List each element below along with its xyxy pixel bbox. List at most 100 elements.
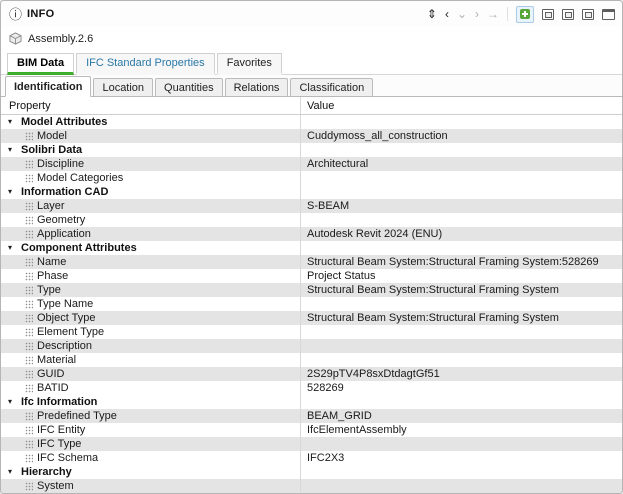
titlebar: ⓘ INFO ⇕ ‹ ⌄ › →	[1, 1, 622, 27]
table-row[interactable]: GUID 2S29pTV4P8sxDtdagtGf51	[1, 367, 622, 381]
info-icon: ⓘ	[9, 6, 23, 22]
property-value	[301, 143, 622, 157]
table-row[interactable]: ▾ Model Attributes	[1, 115, 622, 129]
column-header-value: Value	[307, 99, 335, 112]
table-row[interactable]: IFC Schema IFC2X3	[1, 451, 622, 465]
tab-quantities[interactable]: Quantities	[155, 78, 223, 97]
maximize-window-icon[interactable]	[602, 8, 615, 20]
table-row[interactable]: Model Categories	[1, 171, 622, 185]
info-panel: ⓘ INFO ⇕ ‹ ⌄ › → Assembly.2.6 BIM Data I…	[0, 0, 623, 494]
table-row[interactable]: System	[1, 479, 622, 493]
forward-icon[interactable]: ›	[475, 8, 479, 20]
property-cell: Description	[1, 339, 301, 353]
tab-favorites[interactable]: Favorites	[216, 53, 282, 75]
selection-bar: Assembly.2.6	[1, 27, 622, 50]
table-row[interactable]: IFC Entity IfcElementAssembly	[1, 423, 622, 437]
property-name: Ifc Information	[21, 396, 98, 408]
table-row[interactable]: Description	[1, 339, 622, 353]
table-row[interactable]: Model Cuddymoss_all_construction	[1, 129, 622, 143]
property-cell: Element Type	[1, 325, 301, 339]
table-row[interactable]: Element Type	[1, 325, 622, 339]
collapse-icon[interactable]: ⌄	[457, 8, 467, 20]
collapse-triangle-icon[interactable]: ▾	[8, 468, 17, 476]
property-name: Discipline	[37, 158, 85, 170]
tab-classification[interactable]: Classification	[290, 78, 374, 97]
property-name: Element Type	[37, 326, 105, 338]
table-header: Property Value	[1, 97, 622, 115]
table-row[interactable]: ▾ Solibri Data	[1, 143, 622, 157]
table-row[interactable]: Type Structural Beam System:Structural F…	[1, 283, 622, 297]
property-value	[301, 297, 622, 311]
table-row[interactable]: ▾ Component Attributes	[1, 241, 622, 255]
tab-ifc-standard-properties[interactable]: IFC Standard Properties	[76, 53, 215, 75]
table-row[interactable]: BATID 528269	[1, 381, 622, 395]
property-name: Model Attributes	[21, 116, 108, 128]
table-row[interactable]: Phase Project Status	[1, 269, 622, 283]
dot-grid-icon	[25, 355, 33, 365]
table-row[interactable]: Name Structural Beam System:Structural F…	[1, 255, 622, 269]
table-row[interactable]: Object Type Structural Beam System:Struc…	[1, 311, 622, 325]
property-table-body: ▾ Model Attributes Model Cuddymoss_all_c…	[1, 115, 622, 493]
property-value: Structural Beam System:Structural Framin…	[307, 312, 559, 324]
property-cell: Material	[1, 353, 301, 367]
dot-grid-icon	[25, 327, 33, 337]
property-name: Solibri Data	[21, 144, 83, 156]
property-name: Type	[37, 284, 61, 296]
pin-window-icon[interactable]	[582, 8, 594, 20]
property-name: IFC Entity	[37, 424, 86, 436]
table-row[interactable]: Discipline Architectural	[1, 157, 622, 171]
table-row[interactable]: Application Autodesk Revit 2024 (ENU)	[1, 227, 622, 241]
property-name: Model Categories	[37, 172, 124, 184]
property-cell: Model Categories	[1, 171, 301, 185]
table-row[interactable]: Geometry	[1, 213, 622, 227]
property-cell: IFC Type	[1, 437, 301, 451]
collapse-triangle-icon[interactable]: ▾	[8, 188, 17, 196]
duplicate-window-icon[interactable]	[562, 8, 574, 20]
property-name: Type Name	[37, 298, 94, 310]
table-row[interactable]: Predefined Type BEAM_GRID	[1, 409, 622, 423]
property-cell: Predefined Type	[1, 409, 301, 423]
table-row[interactable]: Material	[1, 353, 622, 367]
property-name: Description	[37, 340, 93, 352]
dot-grid-icon	[25, 131, 33, 141]
property-name: Model	[37, 130, 67, 142]
tab-relations[interactable]: Relations	[224, 78, 289, 97]
back-icon[interactable]: ‹	[445, 8, 449, 20]
collapse-triangle-icon[interactable]: ▾	[8, 398, 17, 406]
tab-bim-data[interactable]: BIM Data	[7, 53, 75, 75]
property-value: Structural Beam System:Structural Framin…	[307, 256, 599, 268]
property-value: S-BEAM	[307, 200, 350, 212]
float-window-icon[interactable]	[542, 8, 554, 20]
table-row[interactable]: Layer S-BEAM	[1, 199, 622, 213]
panel-title: INFO	[27, 8, 55, 20]
property-value: IfcElementAssembly	[307, 424, 407, 436]
tab-identification[interactable]: Identification	[5, 76, 92, 97]
property-name: Name	[37, 256, 67, 268]
navigate-up-down-icon[interactable]: ⇕	[427, 8, 437, 20]
collapse-triangle-icon[interactable]: ▾	[8, 244, 17, 252]
collapse-triangle-icon[interactable]: ▾	[8, 118, 17, 126]
property-cell: IFC Schema	[1, 451, 301, 465]
table-row[interactable]: ▾ Information CAD	[1, 185, 622, 199]
property-cell: Type Name	[1, 297, 301, 311]
property-name: GUID	[37, 368, 65, 380]
tab-location[interactable]: Location	[93, 78, 154, 97]
dot-grid-icon	[25, 159, 33, 169]
property-name: Component Attributes	[21, 242, 137, 254]
table-row[interactable]: Type Name	[1, 297, 622, 311]
toolbar-divider	[507, 7, 508, 21]
dot-grid-icon	[25, 425, 33, 435]
property-cell: Application	[1, 227, 301, 241]
table-row[interactable]: ▾ Ifc Information	[1, 395, 622, 409]
dot-grid-icon	[25, 299, 33, 309]
green-tool-button[interactable]	[516, 5, 534, 23]
property-value	[301, 213, 622, 227]
jump-icon[interactable]: →	[487, 8, 499, 20]
property-name: IFC Type	[37, 438, 82, 450]
table-row[interactable]: ▾ Hierarchy	[1, 465, 622, 479]
property-value	[301, 353, 622, 367]
dot-grid-icon	[25, 285, 33, 295]
collapse-triangle-icon[interactable]: ▾	[8, 146, 17, 154]
property-value	[301, 339, 622, 353]
table-row[interactable]: IFC Type	[1, 437, 622, 451]
